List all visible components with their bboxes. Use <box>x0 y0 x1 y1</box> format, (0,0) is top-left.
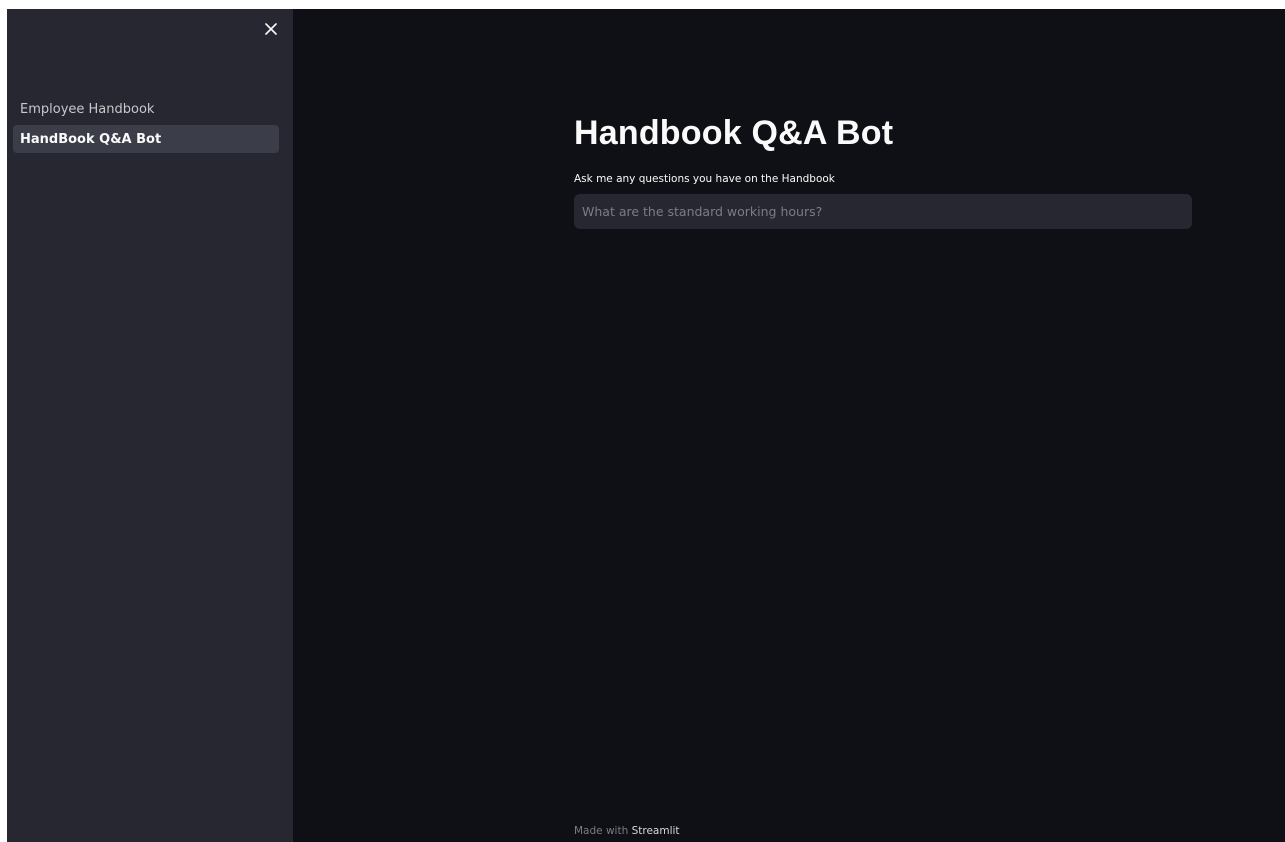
main-content: Handbook Q&A Bot Ask me any questions yo… <box>574 107 1192 229</box>
footer: Made with Streamlit <box>574 825 680 837</box>
sidebar-item-label: HandBook Q&A Bot <box>20 131 162 147</box>
sidebar-item-handbook-qa-bot[interactable]: HandBook Q&A Bot <box>13 125 279 153</box>
question-input[interactable] <box>574 194 1192 229</box>
main-area: Handbook Q&A Bot Ask me any questions yo… <box>293 9 1285 842</box>
footer-prefix: Made with <box>574 825 632 837</box>
page-title: Handbook Q&A Bot <box>574 114 894 152</box>
streamlit-link[interactable]: Streamlit <box>632 825 680 837</box>
close-sidebar-button[interactable] <box>259 17 283 41</box>
sidebar-item-label: Employee Handbook <box>20 101 155 117</box>
question-input-label: Ask me any questions you have on the Han… <box>574 173 835 185</box>
close-icon <box>265 23 277 35</box>
sidebar-item-employee-handbook[interactable]: Employee Handbook <box>13 95 279 123</box>
sidebar: Employee Handbook HandBook Q&A Bot <box>7 9 293 842</box>
app-window: Employee Handbook HandBook Q&A Bot Handb… <box>7 9 1285 842</box>
sidebar-nav: Employee Handbook HandBook Q&A Bot <box>13 95 279 155</box>
